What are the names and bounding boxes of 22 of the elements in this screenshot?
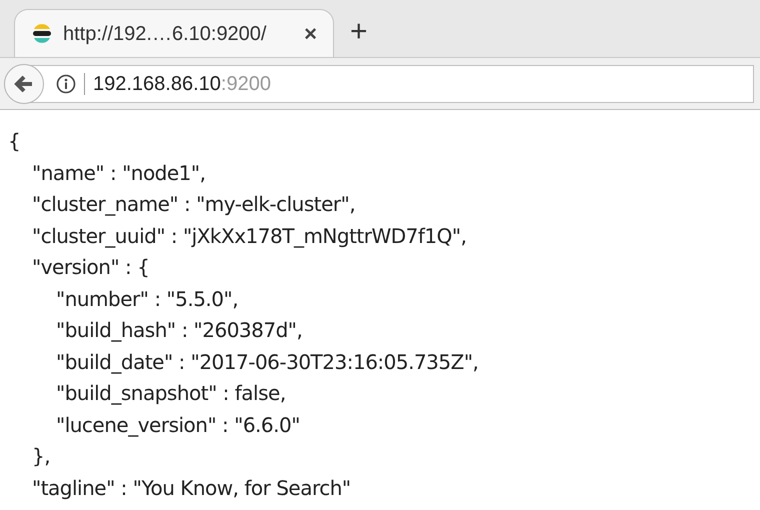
logo-icon: [31, 22, 53, 44]
info-icon[interactable]: [56, 74, 76, 94]
json-line: "build_date" : "2017-06-30T23:16:05.735Z",: [56, 348, 478, 376]
json-line: "name" : "node1",: [32, 160, 206, 186]
json-line: "tagline" : "You Know, for Search": [32, 474, 351, 502]
json-line: "version" : {: [32, 254, 150, 281]
new-tab-button[interactable]: +: [350, 17, 368, 47]
close-tab-button[interactable]: ×: [304, 22, 317, 44]
json-line: },: [32, 443, 50, 470]
tab-title: http://192.…6.10:9200/: [63, 22, 266, 46]
json-line: "number" : "5.5.0",: [56, 286, 238, 312]
json-line: "build_hash" : "260387d",: [56, 317, 302, 344]
browser-tab[interactable]: http://192.…6.10:9200/ ×: [14, 9, 334, 57]
json-line: "cluster_name" : "my-elk-cluster",: [32, 191, 356, 218]
json-line: "build_snapshot" : false,: [56, 380, 286, 407]
url-text[interactable]: 192.168.86.10:9200: [93, 68, 271, 98]
back-arrow-icon: [14, 74, 34, 92]
json-line: "cluster_uuid" : "jXkXx178T_mNgttrWD7f1Q",: [32, 222, 466, 250]
json-line: "lucene_version" : "6.6.0": [56, 412, 300, 439]
json-line: {: [8, 128, 20, 155]
back-button[interactable]: [4, 64, 44, 104]
address-bar[interactable]: 192.168.86.10:9200: [4, 64, 754, 102]
